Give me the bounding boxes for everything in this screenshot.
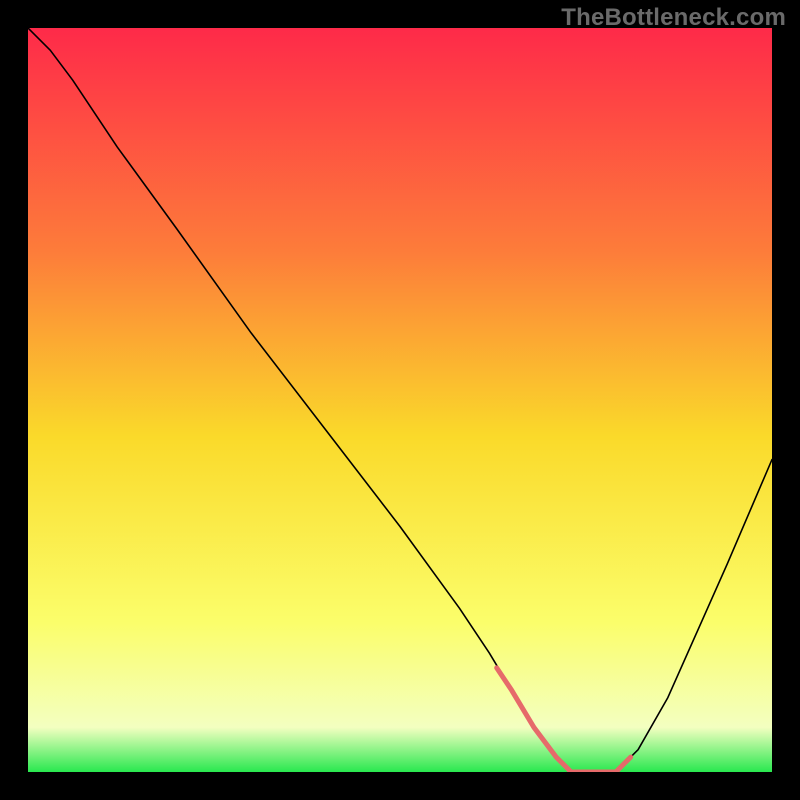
chart-canvas [28, 28, 772, 772]
chart-background [28, 28, 772, 772]
watermark-label: TheBottleneck.com [561, 4, 786, 32]
chart-frame: TheBottleneck.com [0, 0, 800, 800]
